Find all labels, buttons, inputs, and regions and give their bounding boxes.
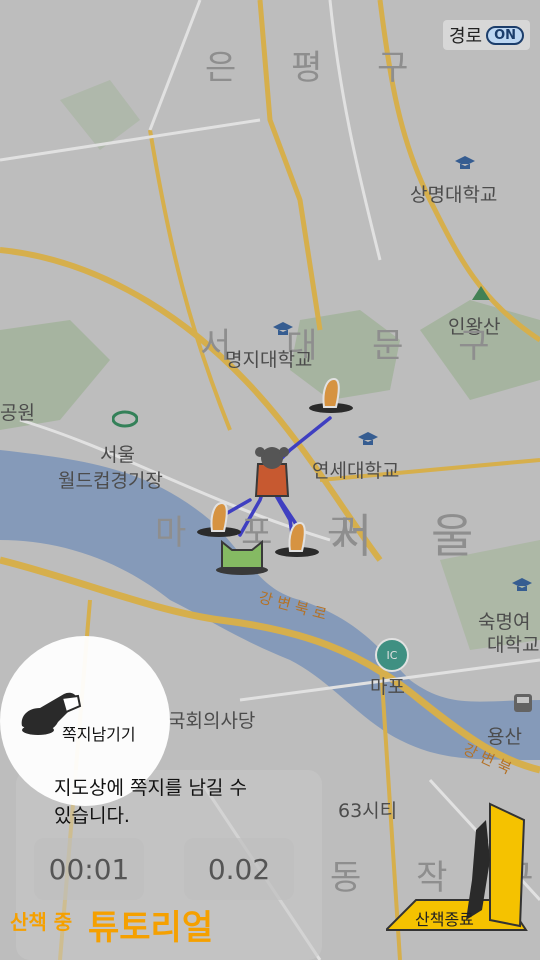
label-sookmyung-2: 대학교 (487, 634, 540, 656)
tutorial-title: 튜토리얼 (88, 908, 214, 948)
label-seoul: 서 울 (330, 509, 496, 563)
distance-value: 0.02 (184, 838, 294, 900)
label-mapo-ic: 마포 (370, 676, 405, 698)
university-icon (273, 322, 293, 335)
route-switch[interactable]: ON (486, 25, 524, 45)
label-yongsan: 용산 (487, 726, 522, 748)
cat-character-icon (216, 539, 268, 575)
university-icon (358, 432, 378, 445)
label-park: 공원 (0, 402, 35, 424)
label-sangmyung: 상명대학교 (410, 184, 498, 206)
university-icon (512, 578, 532, 591)
elapsed-time: 00:01 (34, 838, 144, 900)
paw-location-icon (254, 447, 290, 497)
note-marker-icon[interactable] (274, 518, 320, 558)
leave-note-button[interactable]: 쪽지남기기 (62, 721, 136, 745)
note-marker-icon[interactable] (196, 498, 242, 538)
ic-marker: IC (375, 638, 409, 672)
university-icon (455, 156, 475, 169)
label-worldcup-1: 서울 (100, 444, 135, 466)
train-icon (514, 694, 532, 712)
stadium-icon (112, 410, 138, 428)
label-eunpyeong: 은 평 구 (205, 48, 431, 88)
walking-status: 산책 중 (10, 910, 73, 934)
route-label: 경로 (448, 26, 483, 47)
note-marker-icon[interactable] (308, 374, 354, 414)
tutorial-line-1: 지도상에 쪽지를 남길 수 (54, 777, 247, 799)
label-assembly: 국회의사당 (168, 710, 256, 732)
label-worldcup-2: 월드컵경기장 (58, 470, 163, 492)
tutorial-line-2: 있습니다. (54, 805, 130, 827)
tutorial-description: 지도상에 쪽지를 남길 수 있습니다. (54, 774, 247, 830)
end-walk-label[interactable]: 산책종료 (415, 906, 474, 930)
label-myongji: 명지대학교 (225, 349, 313, 371)
label-yonsei: 연세대학교 (312, 460, 400, 482)
route-toggle[interactable]: 경로 ON (442, 20, 530, 50)
mountain-icon (472, 286, 490, 300)
